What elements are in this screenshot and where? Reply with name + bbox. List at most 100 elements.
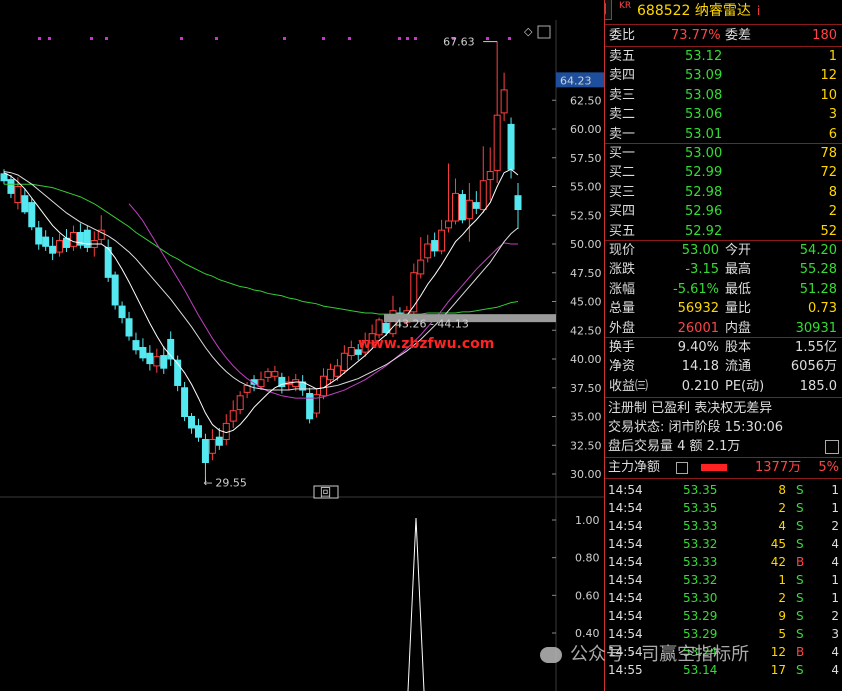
candle-body: [153, 356, 161, 367]
info-row-3: 盘后交易量 4 额 2.1万: [605, 437, 842, 456]
bids-row[interactable]: 买一 53.00 78: [605, 144, 842, 163]
tick-row: 14:54 53.32 45 S 4: [608, 537, 839, 551]
main-net-row: 主力净额 1377万 5%: [608, 460, 839, 475]
kline-chart[interactable]: 43.26 - 44.13 67.63 29.55← 回 62.50 60.00 57.5…: [0, 0, 604, 691]
candle-body: [28, 202, 36, 228]
candle-body: [132, 340, 140, 351]
signal-dot: [48, 37, 51, 40]
candle-body: [431, 240, 439, 252]
candle-body: [347, 347, 355, 357]
candle-body: [69, 232, 77, 247]
quote-panel: KR 688522 纳睿雷达 i 委比 73.77% 委差 180 卖五 53.1…: [604, 0, 842, 691]
wechat-icon: [540, 647, 562, 663]
price-tick-label: 47.50: [570, 267, 602, 280]
high-price-label: 67.63: [443, 36, 475, 49]
candle-body: [479, 180, 487, 210]
tick-row: 14:54 53.29 9 S 2: [608, 609, 839, 623]
stock-header: KR 688522 纳睿雷达 i: [605, 0, 842, 20]
candle-body: [49, 245, 57, 254]
price-tick-label: 57.50: [570, 152, 602, 165]
signal-dot: [414, 37, 417, 40]
sub-tick-label: 0.40: [575, 627, 600, 640]
stat-row: 总量 56932 量比 0.73: [609, 301, 837, 317]
candle-body: [458, 194, 466, 221]
candle-body: [257, 379, 265, 388]
candle-body: [0, 173, 8, 182]
bids-row[interactable]: 买五 52.92 52: [605, 222, 842, 241]
price-tick-label: 40.00: [570, 353, 602, 366]
tick-row: 14:54 53.33 42 B 4: [608, 555, 839, 569]
signal-dot: [105, 37, 108, 40]
candle-body: [382, 322, 390, 334]
sub-tick-label: 0.80: [575, 552, 600, 565]
svg-text:←: ←: [203, 476, 212, 489]
tick-row: 14:54 53.32 1 S 1: [608, 573, 839, 587]
stat-row: 换手 9.40% 股本 1.55亿: [609, 340, 837, 355]
low-price-label: 29.55: [215, 476, 247, 489]
asks-row[interactable]: 卖五 53.12 1: [605, 47, 842, 66]
asks-row[interactable]: 卖三 53.08 10: [605, 86, 842, 105]
asks-row[interactable]: 卖四 53.09 12: [605, 66, 842, 85]
candle-body: [451, 192, 459, 222]
signal-dot: [283, 37, 286, 40]
signal-dot: [508, 37, 511, 40]
price-tick-label: 30.00: [570, 468, 602, 481]
stat-row: 现价 53.00 今开 54.20: [609, 243, 837, 258]
bids-row[interactable]: 买二 52.99 72: [605, 163, 842, 182]
bids-row[interactable]: 买三 52.98 8: [605, 183, 842, 202]
candle-body: [194, 425, 202, 438]
price-tick-label: 35.00: [570, 411, 602, 424]
candle-body: [160, 355, 168, 369]
asks-row[interactable]: 卖二 53.06 3: [605, 105, 842, 124]
candle-body: [118, 305, 126, 319]
candle-body: [56, 240, 64, 253]
candle-body: [14, 186, 22, 204]
svg-text:回: 回: [320, 486, 331, 499]
chart-icon[interactable]: [825, 440, 839, 454]
candle-body: [292, 379, 300, 388]
stat-row: 净资 14.18 流通 6056万: [609, 359, 837, 375]
candle-body: [514, 195, 522, 210]
candle-body: [21, 195, 29, 213]
candle-body: [201, 439, 209, 463]
price-tick-label: 45.00: [570, 296, 602, 309]
info-icon[interactable]: i: [757, 2, 760, 21]
tick-row: 14:54 53.30 2 S 1: [608, 591, 839, 605]
price-tick-label: 55.00: [570, 181, 602, 194]
candle-body: [236, 395, 244, 411]
candle-body: [181, 387, 189, 417]
candle-body: [139, 347, 147, 359]
diamond-icon[interactable]: ◇: [524, 25, 533, 38]
candle-body: [472, 202, 480, 209]
wechat-watermark: 公众号 · 司赢空指标所: [540, 640, 749, 666]
stat-row: 涨跌 -3.15 最高 55.28: [609, 262, 837, 278]
bids-row[interactable]: 买四 52.96 2: [605, 202, 842, 221]
signal-dot: [215, 37, 218, 40]
asks-row[interactable]: 卖一 53.01 6: [605, 125, 842, 144]
candle-body: [306, 393, 314, 420]
candle-body: [271, 371, 279, 377]
candle-body: [500, 89, 508, 114]
candle-body: [42, 236, 50, 247]
candle-body: [333, 365, 341, 377]
candle-body: [375, 319, 383, 336]
signal-dot: [398, 37, 401, 40]
site-watermark: www.zbzfwu.com: [358, 336, 495, 352]
signal-dot: [322, 37, 325, 40]
candle-body: [486, 171, 494, 181]
candle-body: [125, 318, 133, 337]
info-row-1: 注册制 已盈利 表决权无差异: [608, 401, 773, 416]
info-row-2: 交易状态: 闭市阶段 15:30:06: [608, 420, 784, 435]
candle-body: [83, 229, 91, 248]
candle-body: [445, 220, 453, 229]
list-icon[interactable]: [676, 462, 688, 474]
candle-body: [465, 199, 473, 220]
candle-body: [264, 371, 272, 378]
range-label: 43.26 - 44.13: [395, 318, 469, 331]
candle-body: [424, 243, 432, 259]
candle-body: [7, 179, 15, 194]
signal-dot: [406, 37, 409, 40]
price-tick-label: 60.00: [570, 123, 602, 136]
candle-body: [146, 352, 154, 365]
current-price-label: 64.23: [560, 74, 592, 87]
